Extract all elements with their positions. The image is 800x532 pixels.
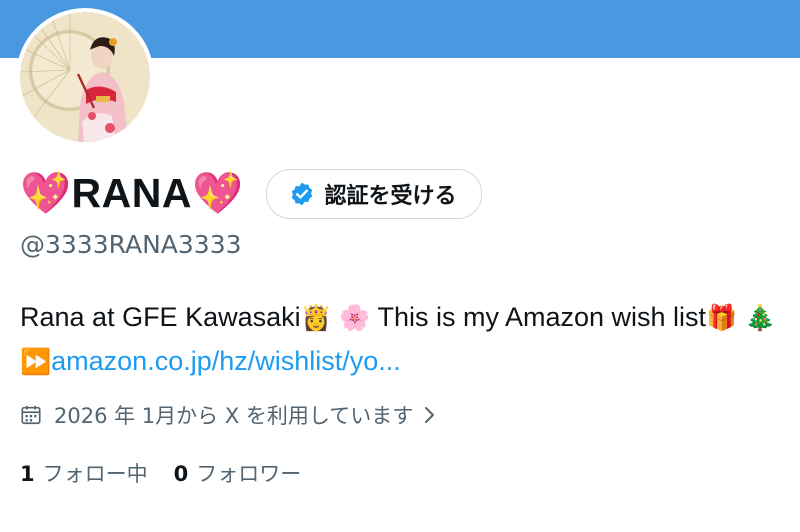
followers-label[interactable]: フォロワー — [196, 458, 301, 488]
christmas-tree-emoji: 🎄 — [744, 304, 776, 332]
avatar-photo — [20, 12, 128, 142]
bio-text-1: Rana at GFE Kawasaki — [20, 302, 301, 332]
gift-emoji: 🎁 — [706, 304, 738, 332]
following-label[interactable]: フォロー中 — [43, 458, 148, 488]
avatar-frame[interactable] — [16, 8, 154, 146]
wishlist-link[interactable]: amazon.co.jp/hz/wishlist/yo... — [51, 346, 401, 376]
joined-text: 2026 年 1月から X を利用しています — [54, 404, 414, 428]
profile-bio: Rana at GFE Kawasaki👸 🌸 This is my Amazo… — [20, 296, 790, 384]
bio-text-2: This is my Amazon wish list — [370, 302, 707, 332]
joined-date[interactable]: 2026 年 1月から X を利用しています — [20, 398, 437, 432]
get-verified-button[interactable]: 認証を受ける — [265, 169, 482, 219]
following-count[interactable]: 1 — [20, 462, 35, 486]
display-name: 💖RANA💖 — [20, 170, 244, 216]
chevron-right-icon — [425, 407, 435, 423]
profile-name-row: 💖RANA💖 認証を受ける — [20, 166, 482, 222]
calendar-icon — [21, 405, 41, 425]
avatar[interactable] — [20, 12, 150, 142]
princess-emoji: 👸 — [300, 304, 332, 332]
followers-count[interactable]: 0 — [174, 462, 189, 486]
get-verified-label: 認証を受ける — [324, 184, 457, 209]
fast-forward-emoji: ⏩ — [20, 348, 52, 376]
verified-badge-icon — [291, 182, 312, 206]
follow-stats: 1 フォロー中 0 フォロワー — [20, 458, 301, 488]
cherry-blossom-emoji: 🌸 — [339, 304, 371, 332]
user-handle: @3333RANA3333 — [20, 230, 242, 259]
